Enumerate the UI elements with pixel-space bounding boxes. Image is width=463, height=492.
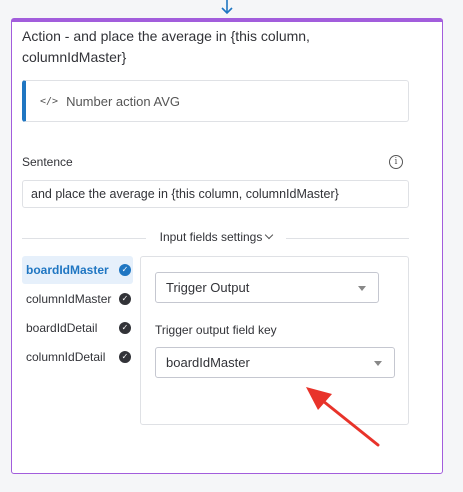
field-item-label: boardIdDetail	[26, 321, 98, 335]
action-label: Number action AVG	[66, 93, 180, 109]
input-fields-settings-toggle[interactable]: Input fields settings	[146, 230, 286, 244]
action-type-box[interactable]: </> Number action AVG	[22, 80, 409, 122]
trigger-type-select[interactable]: Trigger Output	[155, 272, 379, 303]
input-field-list: boardIdMaster ✓ columnIdMaster ✓ boardId…	[22, 256, 134, 372]
dropdown-caret-icon	[358, 286, 366, 291]
field-key-value: boardIdMaster	[166, 355, 250, 370]
connector-down-arrow-icon	[221, 0, 233, 15]
field-key-label: Trigger output field key	[155, 323, 277, 337]
field-item-label: boardIdMaster	[26, 263, 109, 277]
field-item-label: columnIdMaster	[26, 292, 112, 306]
field-key-select[interactable]: boardIdMaster	[155, 347, 395, 378]
field-item-columnIdDetail[interactable]: columnIdDetail ✓	[22, 343, 133, 371]
dropdown-caret-icon	[374, 361, 382, 366]
field-item-boardIdMaster[interactable]: boardIdMaster ✓	[22, 256, 133, 284]
check-icon: ✓	[119, 264, 131, 276]
info-icon[interactable]: i	[389, 155, 403, 169]
card-title: Action - and place the average in {this …	[22, 28, 310, 65]
field-item-columnIdMaster[interactable]: columnIdMaster ✓	[22, 285, 133, 313]
code-icon: </>	[40, 95, 59, 107]
chevron-down-icon	[265, 230, 274, 240]
sentence-input[interactable]	[22, 180, 409, 208]
check-icon: ✓	[119, 322, 131, 334]
field-settings-panel: Trigger Output Trigger output field key …	[140, 256, 409, 425]
sentence-label: Sentence	[22, 155, 73, 169]
divider-right	[286, 238, 409, 239]
input-fields-settings-label: Input fields settings	[159, 230, 263, 244]
check-icon: ✓	[119, 351, 131, 363]
field-item-boardIdDetail[interactable]: boardIdDetail ✓	[22, 314, 133, 342]
check-icon: ✓	[119, 293, 131, 305]
trigger-type-value: Trigger Output	[166, 280, 250, 295]
field-item-label: columnIdDetail	[26, 350, 106, 364]
divider-left	[22, 238, 146, 239]
